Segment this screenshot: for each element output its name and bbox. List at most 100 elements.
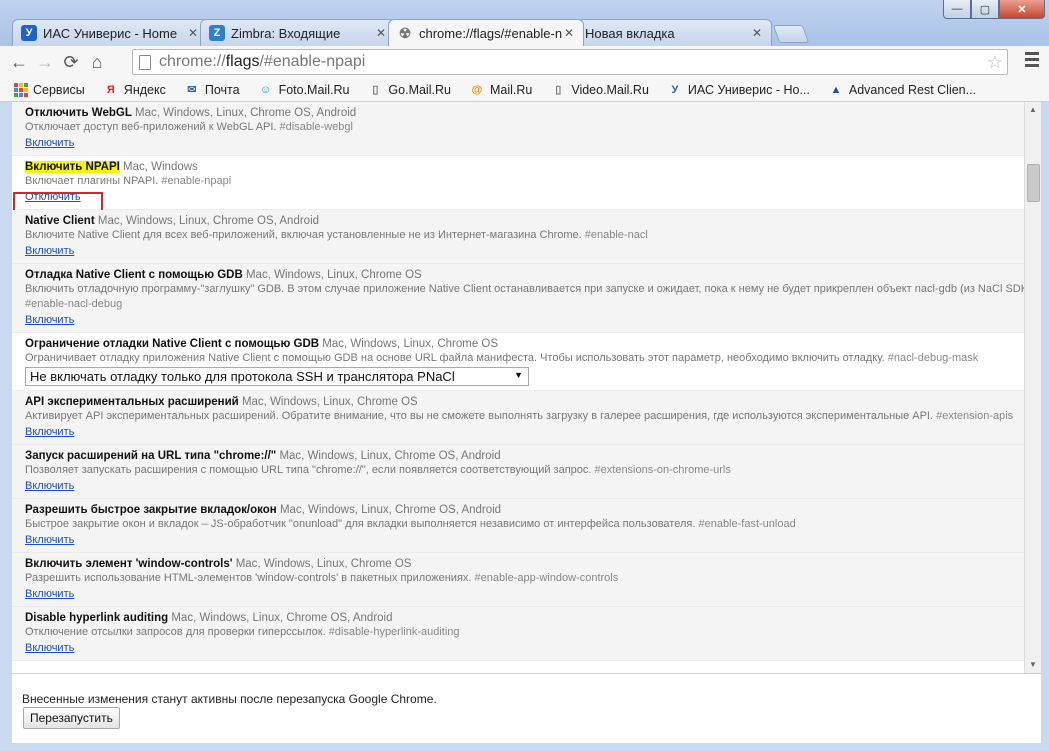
tab-close-icon[interactable]: ✕	[563, 26, 575, 40]
tab-title: Zimbra: Входящие	[231, 25, 341, 41]
forward-button[interactable]: →	[32, 49, 58, 75]
enable-link[interactable]: Включить	[25, 135, 74, 151]
tab-title: chrome://flags/#enable-n	[419, 25, 563, 41]
bookmark-label: Сервисы	[33, 82, 85, 97]
enable-link[interactable]: Включить	[25, 586, 74, 602]
nacl-debug-mask-select[interactable]: Не включать отладку только для протокола…	[25, 367, 529, 386]
page-icon: ▯	[372, 84, 379, 96]
experiment-anchor: #disable-webgl	[279, 121, 353, 133]
experiment-anchor: #disable-hyperlink-auditing	[328, 626, 460, 638]
experiment-item: Отключить WebGL Mac, Windows, Linux, Chr…	[12, 102, 1024, 156]
experiment-anchor: #enable-nacl-debug	[25, 298, 123, 310]
experiment-anchor: #enable-app-window-controls	[474, 572, 619, 584]
tab-2[interactable]: ☢ chrome://flags/#enable-n ✕	[388, 19, 584, 46]
tab-close-icon[interactable]: ✕	[187, 26, 199, 40]
experiment-anchor: #enable-fast-unload	[698, 518, 796, 530]
bookmark-item[interactable]: @ Mail.Ru	[469, 82, 533, 97]
address-bar[interactable]: chrome://flags/#enable-npapi ☆	[132, 49, 1008, 75]
select-value: Не включать отладку только для протокола…	[30, 369, 455, 384]
enable-link[interactable]: Включить	[25, 640, 74, 656]
bookmark-item[interactable]: ✉ Почта	[184, 82, 240, 97]
experiment-description: Разрешить использование HTML-элементов '…	[25, 571, 1012, 586]
experiment-description-text: Разрешить использование HTML-элементов '…	[25, 572, 472, 584]
experiment-platforms: Mac, Windows, Linux, Chrome OS	[235, 558, 412, 570]
experiment-header: Разрешить быстрое закрытие вкладок/окон …	[25, 503, 1012, 517]
experiment-header: Отключить WebGL Mac, Windows, Linux, Chr…	[25, 106, 1012, 120]
bookmarks-bar: Сервисы Я Яндекс ✉ Почта ☺ Foto.Mail.Ru ▯ Go.Mai…	[0, 78, 1049, 102]
experiment-header: Отладка Native Client с помощью GDB Mac,…	[25, 268, 1012, 282]
yandex-icon: Я	[106, 83, 115, 96]
bookmark-item[interactable]: ▲ Advanced Rest Clien...	[828, 83, 976, 97]
experiment-description: Включите Native Client для всех веб-прил…	[25, 228, 1012, 243]
tab-3[interactable]: Новая вкладка ✕	[576, 19, 772, 46]
bookmark-label: Почта	[204, 82, 240, 97]
bookmark-label: Go.Mail.Ru	[388, 82, 451, 97]
experiment-platforms: Mac, Windows, Linux, Chrome OS, Android	[135, 107, 357, 119]
bookmark-item[interactable]: ▯ Video.Mail.Ru	[550, 83, 649, 97]
experiment-platforms: Mac, Windows, Linux, Chrome OS	[245, 269, 422, 281]
minimize-button[interactable]: —	[943, 0, 971, 19]
bookmark-label: Mail.Ru	[489, 82, 533, 97]
experiment-anchor: #nacl-debug-mask	[887, 352, 979, 364]
vertical-scrollbar[interactable]: ▲ ▼	[1024, 102, 1041, 673]
bookmark-star-icon[interactable]: ☆	[987, 52, 1003, 73]
enable-link[interactable]: Включить	[25, 312, 74, 328]
bookmark-item[interactable]: У ИАС Универис - Но...	[667, 83, 810, 97]
reload-button[interactable]: ⟳	[58, 49, 84, 75]
bookmark-label: Video.Mail.Ru	[571, 82, 649, 97]
scroll-down-icon[interactable]: ▼	[1025, 657, 1041, 673]
close-window-button[interactable]: ✕	[999, 0, 1045, 19]
experiment-item: Отладка Native Client с помощью GDB Mac,…	[12, 264, 1024, 333]
enable-link[interactable]: Включить	[25, 532, 74, 548]
tab-1[interactable]: Z Zimbra: Входящие ✕	[200, 19, 396, 46]
bookmark-item[interactable]: Сервисы	[14, 82, 85, 97]
window-titlebar: — ▢ ✕ У ИАС Универис - Home ✕ Z Zimbra: Вход…	[0, 0, 1049, 46]
bookmark-item[interactable]: ▯ Go.Mail.Ru	[367, 83, 451, 97]
experiment-platforms: Mac, Windows, Linux, Chrome OS, Android	[171, 612, 393, 624]
experiment-description-text: Быстрое закрытие окон и вкладок – JS-обр…	[25, 518, 696, 530]
tab-close-icon[interactable]: ✕	[375, 26, 387, 40]
url-path: /#enable-npapi	[259, 53, 366, 70]
enable-link[interactable]: Включить	[25, 424, 74, 440]
bookmark-item[interactable]: ☺ Foto.Mail.Ru	[258, 82, 350, 97]
experiment-name: API экспериментальных расширений	[25, 396, 239, 408]
scroll-up-icon[interactable]: ▲	[1025, 102, 1041, 118]
experiment-description: Отключение отсылки запросов для проверки…	[25, 625, 1012, 640]
back-button[interactable]: ←	[6, 49, 32, 75]
enable-link[interactable]: Включить	[25, 478, 74, 494]
experiment-description-text: Активирует API экспериментальных расшире…	[25, 410, 934, 422]
experiment-name: Запуск расширений на URL типа "chrome://…	[25, 450, 277, 462]
experiment-name: Включить NPAPI	[25, 161, 120, 173]
experiment-anchor: #extensions-on-chrome-urls	[594, 464, 731, 476]
experiment-description-text: Позволяет запускать расширения с помощью…	[25, 464, 592, 476]
experiment-description-text: Отключение отсылки запросов для проверки…	[25, 626, 326, 638]
experiment-platforms: Mac, Windows, Linux, Chrome OS	[241, 396, 418, 408]
tab-title: Новая вкладка	[585, 25, 675, 41]
experiment-platforms: Mac, Windows	[123, 161, 198, 173]
experiment-item: Включить элемент 'window-controls' Mac, …	[12, 553, 1024, 607]
experiment-name: Ограничение отладки Native Client с помо…	[25, 338, 320, 350]
maximize-button[interactable]: ▢	[971, 0, 999, 19]
tab-title: ИАС Универис - Home	[43, 25, 178, 41]
bookmark-label: Foto.Mail.Ru	[278, 82, 350, 97]
home-button[interactable]: ⌂	[84, 49, 110, 75]
tab-close-icon[interactable]: ✕	[751, 26, 763, 40]
experiment-header: Disable hyperlink auditing Mac, Windows,…	[25, 611, 1012, 625]
enable-link[interactable]: Включить	[25, 243, 74, 259]
experiment-description: Включить отладочную программу-"заглушку"…	[25, 282, 1024, 297]
chrome-menu-icon[interactable]	[1025, 52, 1039, 70]
experiment-platforms: Mac, Windows, Linux, Chrome OS, Android	[279, 450, 501, 462]
experiment-platforms: Mac, Windows, Linux, Chrome OS, Android	[279, 504, 502, 516]
browser-toolbar: ← → ⟳ ⌂ chrome://flags/#enable-npapi ☆	[0, 46, 1049, 78]
relaunch-button[interactable]: Перезапустить	[23, 707, 120, 729]
bookmark-label: ИАС Универис - Но...	[687, 82, 810, 97]
new-tab-button[interactable]	[772, 25, 810, 43]
scrollbar-thumb[interactable]	[1027, 164, 1040, 202]
experiment-description: Ограничивает отладку приложения Native C…	[25, 351, 1012, 366]
page-icon	[139, 54, 151, 70]
rest-client-icon: ▲	[830, 83, 842, 96]
tab-0[interactable]: У ИАС Универис - Home ✕	[12, 19, 208, 46]
bookmark-item[interactable]: Я Яндекс	[103, 83, 166, 97]
apps-icon	[14, 82, 28, 97]
experiment-description: Быстрое закрытие окон и вкладок – JS-обр…	[25, 517, 1012, 532]
